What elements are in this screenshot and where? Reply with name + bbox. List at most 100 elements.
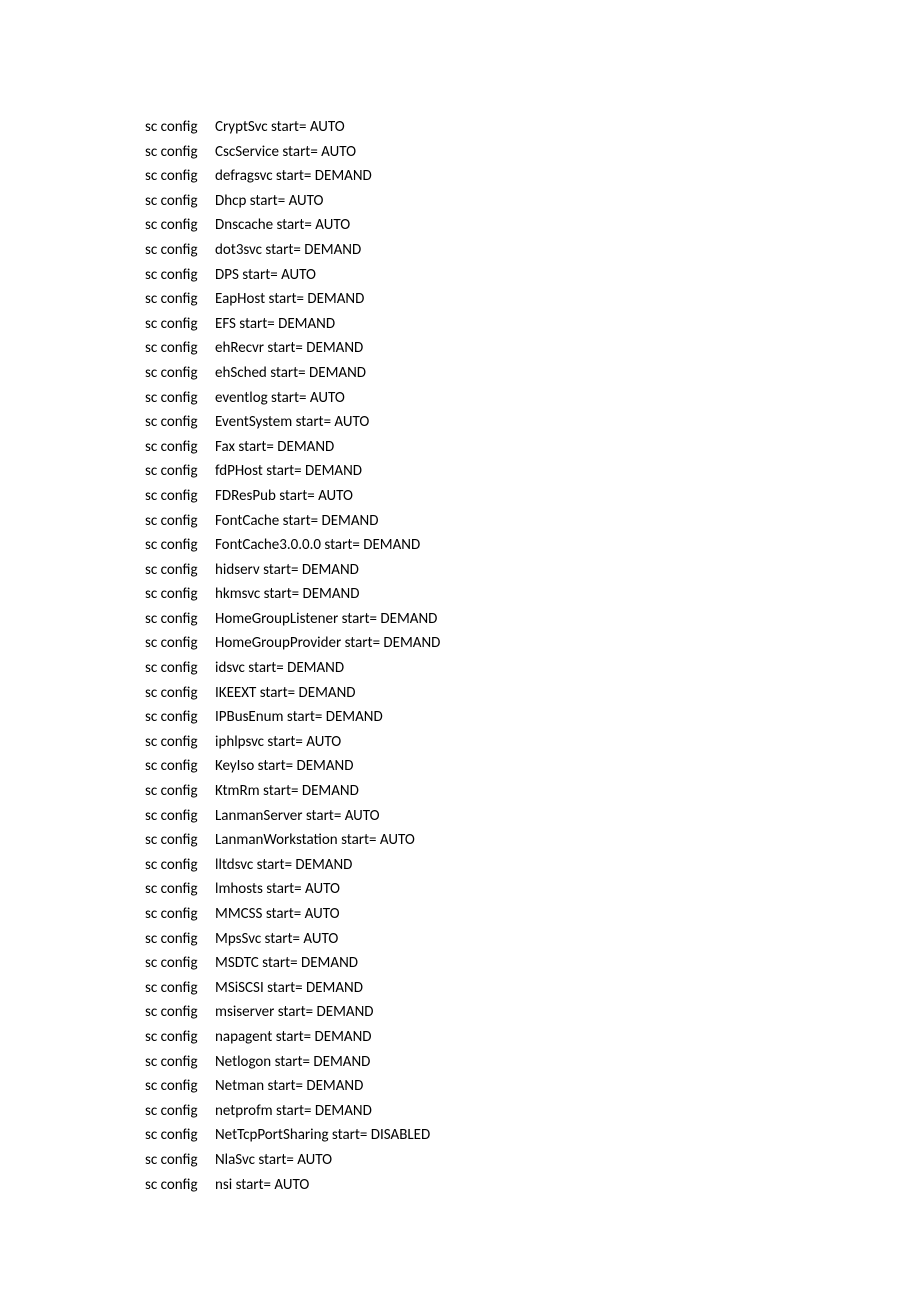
command-line: sc configdot3svc start= DEMAND [145,238,920,263]
command-line: sc configlmhosts start= AUTO [145,877,920,902]
command-line: sc configehSched start= DEMAND [145,361,920,386]
command-args: lltdsvc start= DEMAND [215,853,352,878]
command-line: sc configmsiserver start= DEMAND [145,1000,920,1025]
command-line: sc configDhcp start= AUTO [145,189,920,214]
command-keyword: sc config [145,238,215,263]
command-args: KtmRm start= DEMAND [215,779,359,804]
command-line: sc configEapHost start= DEMAND [145,287,920,312]
command-line: sc configLanmanWorkstation start= AUTO [145,828,920,853]
command-args: eventlog start= AUTO [215,386,345,411]
command-args: Netlogon start= DEMAND [215,1050,370,1075]
command-line: sc configDPS start= AUTO [145,263,920,288]
command-args: iphlpsvc start= AUTO [215,730,341,755]
command-line: sc confignetprofm start= DEMAND [145,1099,920,1124]
command-keyword: sc config [145,459,215,484]
command-keyword: sc config [145,607,215,632]
command-keyword: sc config [145,1000,215,1025]
command-args: MSDTC start= DEMAND [215,951,358,976]
command-keyword: sc config [145,1148,215,1173]
command-keyword: sc config [145,164,215,189]
command-args: FontCache start= DEMAND [215,509,378,534]
command-args: hidserv start= DEMAND [215,558,359,583]
command-args: lmhosts start= AUTO [215,877,340,902]
command-args: Dnscache start= AUTO [215,213,350,238]
command-args: nsi start= AUTO [215,1173,309,1198]
command-keyword: sc config [145,533,215,558]
command-keyword: sc config [145,410,215,435]
command-keyword: sc config [145,509,215,534]
document-page: sc configCryptSvc start= AUTOsc configCs… [0,0,920,1197]
command-keyword: sc config [145,140,215,165]
command-args: KeyIso start= DEMAND [215,754,353,779]
command-args: msiserver start= DEMAND [215,1000,374,1025]
command-keyword: sc config [145,853,215,878]
command-keyword: sc config [145,1099,215,1124]
command-args: fdPHost start= DEMAND [215,459,362,484]
command-keyword: sc config [145,681,215,706]
command-args: HomeGroupProvider start= DEMAND [215,631,440,656]
command-keyword: sc config [145,656,215,681]
command-keyword: sc config [145,189,215,214]
command-keyword: sc config [145,927,215,952]
command-line: sc configIPBusEnum start= DEMAND [145,705,920,730]
command-keyword: sc config [145,705,215,730]
command-line: sc configDnscache start= AUTO [145,213,920,238]
command-keyword: sc config [145,976,215,1001]
command-line: sc configFax start= DEMAND [145,435,920,460]
command-keyword: sc config [145,804,215,829]
command-args: DPS start= AUTO [215,263,316,288]
command-line: sc configdefragsvc start= DEMAND [145,164,920,189]
command-keyword: sc config [145,1025,215,1050]
command-args: Fax start= DEMAND [215,435,334,460]
command-line: sc confighkmsvc start= DEMAND [145,582,920,607]
command-line: sc configNlaSvc start= AUTO [145,1148,920,1173]
command-keyword: sc config [145,1123,215,1148]
command-keyword: sc config [145,754,215,779]
command-keyword: sc config [145,582,215,607]
command-keyword: sc config [145,484,215,509]
command-line: sc configlltdsvc start= DEMAND [145,853,920,878]
command-args: EFS start= DEMAND [215,312,335,337]
command-line: sc confighidserv start= DEMAND [145,558,920,583]
command-args: hkmsvc start= DEMAND [215,582,359,607]
command-keyword: sc config [145,1074,215,1099]
command-line: sc configKeyIso start= DEMAND [145,754,920,779]
command-line: sc confignapagent start= DEMAND [145,1025,920,1050]
command-line: sc confignsi start= AUTO [145,1173,920,1198]
command-line: sc configEFS start= DEMAND [145,312,920,337]
command-line: sc configLanmanServer start= AUTO [145,804,920,829]
command-keyword: sc config [145,263,215,288]
command-line: sc configNetlogon start= DEMAND [145,1050,920,1075]
command-line: sc configFDResPub start= AUTO [145,484,920,509]
command-keyword: sc config [145,828,215,853]
command-line: sc configidsvc start= DEMAND [145,656,920,681]
command-args: MpsSvc start= AUTO [215,927,338,952]
command-keyword: sc config [145,336,215,361]
command-line: sc configHomeGroupListener start= DEMAND [145,607,920,632]
command-line: sc configfdPHost start= DEMAND [145,459,920,484]
command-args: netprofm start= DEMAND [215,1099,372,1124]
command-args: NetTcpPortSharing start= DISABLED [215,1123,430,1148]
command-keyword: sc config [145,287,215,312]
command-line: sc configMSDTC start= DEMAND [145,951,920,976]
command-keyword: sc config [145,213,215,238]
command-line: sc configiphlpsvc start= AUTO [145,730,920,755]
command-args: CscService start= AUTO [215,140,356,165]
command-args: FDResPub start= AUTO [215,484,353,509]
command-keyword: sc config [145,435,215,460]
command-keyword: sc config [145,312,215,337]
command-line: sc configFontCache3.0.0.0 start= DEMAND [145,533,920,558]
command-keyword: sc config [145,877,215,902]
command-args: IKEEXT start= DEMAND [215,681,356,706]
command-args: NlaSvc start= AUTO [215,1148,332,1173]
command-args: LanmanServer start= AUTO [215,804,380,829]
command-keyword: sc config [145,115,215,140]
command-keyword: sc config [145,1050,215,1075]
command-keyword: sc config [145,386,215,411]
command-line: sc configEventSystem start= AUTO [145,410,920,435]
command-args: ehRecvr start= DEMAND [215,336,363,361]
command-line: sc configKtmRm start= DEMAND [145,779,920,804]
command-args: MMCSS start= AUTO [215,902,340,927]
command-args: napagent start= DEMAND [215,1025,372,1050]
command-args: FontCache3.0.0.0 start= DEMAND [215,533,420,558]
